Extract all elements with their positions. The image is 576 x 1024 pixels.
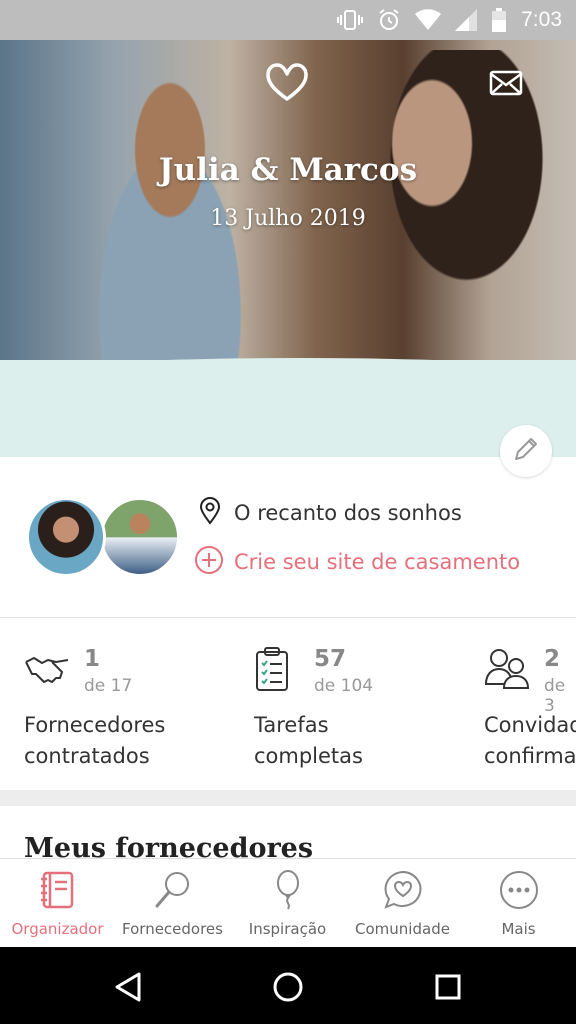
stats-carousel[interactable]: 1 de 17 Fornecedores contratados 57 de 10… [0, 618, 576, 790]
more-dots-icon [498, 869, 540, 911]
stat-total: de 104 [314, 676, 374, 696]
tab-mais[interactable]: Mais [461, 859, 576, 948]
avatar-partner-2[interactable] [100, 497, 180, 577]
stat-total: de 17 [84, 676, 133, 696]
hero-banner: Julia & Marcos 13 Julho 2019 [0, 40, 576, 457]
vibrate-icon [337, 9, 364, 31]
tab-inspiracao[interactable]: Inspiração [230, 859, 345, 948]
guests-icon [484, 646, 530, 690]
clock-time: 7:03 [521, 8, 562, 31]
mail-icon[interactable] [489, 70, 523, 96]
chat-heart-icon [382, 869, 424, 911]
alarm-icon [377, 8, 401, 32]
system-nav-bar [0, 947, 576, 1024]
create-site-link[interactable]: Crie seu site de casamento [194, 545, 520, 579]
tab-label: Fornecedores [122, 920, 223, 938]
heart-logo-icon [265, 62, 309, 102]
plus-circle-icon [194, 545, 224, 579]
stat-count: 1 [84, 646, 101, 672]
section-title: Meus fornecedores [24, 833, 314, 858]
battery-icon [491, 8, 507, 32]
couple-names: Julia & Marcos [158, 152, 418, 188]
home-icon[interactable] [266, 965, 310, 1009]
tab-organizador[interactable]: Organizador [0, 859, 115, 948]
back-icon[interactable] [106, 965, 150, 1009]
tab-label: Organizador [11, 920, 104, 938]
wedding-date: 13 Julho 2019 [210, 206, 366, 231]
stat-label: Convidadosconfirmados [484, 713, 576, 768]
magnifier-icon [152, 869, 194, 911]
stat-guests[interactable]: 2 de 3 Convidadosconfirmados [484, 618, 576, 790]
vendors-section: Meus fornecedores [0, 806, 576, 858]
signal-icon [455, 9, 478, 31]
stat-tasks[interactable]: 57 de 104 Tarefas completas [254, 618, 484, 790]
stat-label: Tarefas completas [254, 713, 363, 768]
section-divider [0, 790, 576, 806]
wifi-icon [415, 9, 442, 31]
notebook-icon [37, 869, 79, 911]
handshake-icon [24, 646, 70, 690]
profile-card: O recanto dos sonhos Crie seu site de ca… [0, 457, 576, 618]
bottom-tab-bar: Organizador Fornecedores Inspiração Comu… [0, 858, 576, 948]
tab-fornecedores[interactable]: Fornecedores [115, 859, 230, 948]
pencil-icon [512, 435, 540, 467]
venue-name: O recanto dos sonhos [234, 501, 462, 525]
recents-icon[interactable] [426, 965, 470, 1009]
stat-count: 57 [314, 646, 347, 672]
edit-button[interactable] [500, 425, 552, 477]
stat-label: Fornecedores contratados [24, 713, 166, 768]
location-pin-icon [198, 497, 222, 529]
hero-wave [0, 358, 576, 457]
stat-count: 2 [544, 646, 561, 672]
tab-label: Comunidade [355, 920, 450, 938]
balloon-icon [267, 869, 309, 911]
tab-label: Inspiração [248, 920, 327, 938]
tab-comunidade[interactable]: Comunidade [345, 859, 460, 948]
create-site-label: Crie seu site de casamento [234, 550, 521, 574]
venue-row[interactable]: O recanto dos sonhos [198, 497, 462, 529]
clipboard-checklist-icon [254, 646, 300, 691]
stat-vendors[interactable]: 1 de 17 Fornecedores contratados [24, 618, 254, 790]
avatar-partner-1[interactable] [26, 497, 106, 577]
status-bar: 7:03 [0, 0, 576, 40]
tab-label: Mais [501, 920, 536, 938]
